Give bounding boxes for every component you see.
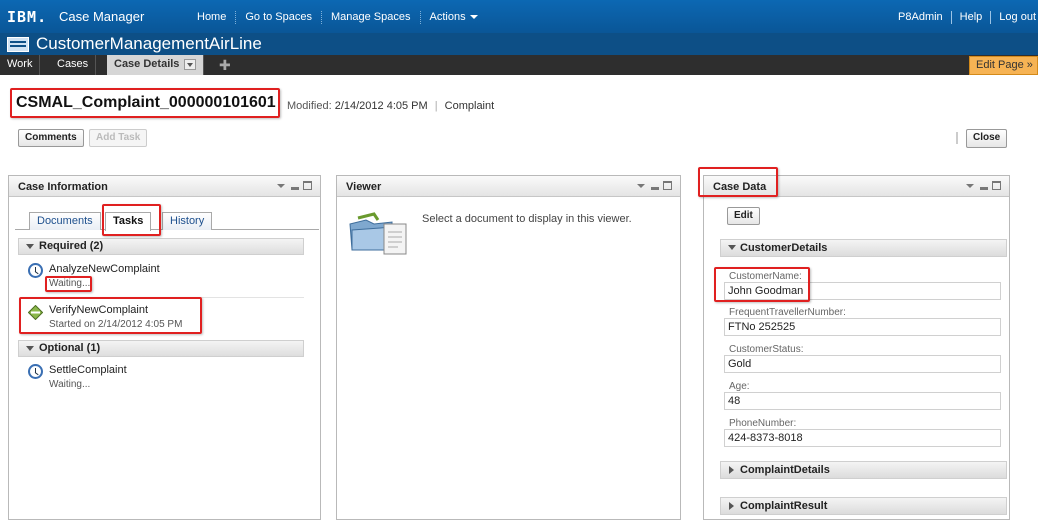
panel-title: Case Information (18, 181, 108, 193)
highlight-waiting-status (45, 276, 92, 292)
task-name[interactable]: AnalyzeNewComplaint (49, 263, 160, 275)
nav-go-to-spaces-link[interactable]: Go to Spaces (236, 11, 322, 24)
panel-menu-icon[interactable] (277, 183, 285, 188)
close-button[interactable]: Close (966, 129, 1008, 148)
edit-button[interactable]: Edit (727, 207, 760, 225)
top-banner: IBM. Case Manager Home Go to Spaces Mana… (0, 0, 1038, 33)
required-header-label: Required (2) (39, 240, 104, 252)
tab-case-details-label: Case Details (114, 58, 180, 70)
field-label: FrequentTravellerNumber: (729, 307, 846, 318)
case-information-panel: Case Information Documents Tasks History… (8, 175, 321, 520)
highlight-verify-task (19, 297, 202, 334)
nav-actions-menu[interactable]: Actions (421, 11, 487, 24)
help-link[interactable]: Help (952, 11, 992, 24)
highlight-case-data-title (698, 167, 778, 197)
field-label: CustomerStatus: (729, 344, 804, 355)
collapsed-icon (729, 502, 734, 510)
viewer-panel: Viewer Select a document to display in t… (336, 175, 681, 520)
edit-page-button[interactable]: Edit Page » (969, 56, 1038, 75)
viewer-message: Select a document to display in this vie… (422, 213, 632, 225)
complaint-result-section-header[interactable]: ComplaintResult (720, 497, 1007, 515)
modified-label: Modified: (287, 100, 332, 112)
section-label: CustomerDetails (740, 242, 828, 254)
tab-case-details[interactable]: Case Details (107, 55, 205, 75)
panel-menu-icon[interactable] (966, 183, 974, 188)
case-meta: Modified: 2/14/2012 4:05 PM | Complaint (287, 100, 494, 112)
optional-section-header[interactable]: Optional (1) (18, 340, 304, 357)
maximize-icon[interactable] (992, 181, 1001, 190)
tab-cases[interactable]: Cases (50, 55, 97, 75)
comments-button[interactable]: Comments (18, 129, 84, 147)
panel-controls (277, 181, 312, 190)
nav-manage-spaces-link[interactable]: Manage Spaces (322, 11, 421, 24)
tab-dropdown-icon[interactable] (184, 58, 197, 70)
clock-icon (28, 364, 43, 379)
collapsed-icon (729, 466, 734, 474)
solution-icon (7, 37, 29, 52)
highlight-case-title (10, 88, 280, 118)
app-name: Case Manager (59, 9, 145, 24)
solution-bar: CustomerManagementAirLine (0, 33, 1038, 55)
tab-history[interactable]: History (162, 212, 213, 230)
minimize-icon[interactable] (651, 186, 659, 190)
clock-icon (28, 263, 43, 278)
add-task-button[interactable]: Add Task (89, 129, 148, 147)
expanded-icon (26, 244, 34, 249)
chevron-down-icon (469, 15, 478, 20)
maximize-icon[interactable] (663, 181, 672, 190)
field-label: Age: (729, 381, 750, 392)
toolbar-divider (956, 132, 958, 144)
nav-actions-label: Actions (429, 11, 466, 23)
minimize-icon[interactable] (291, 186, 299, 190)
phone-number-field[interactable]: 424-8373-8018 (724, 429, 1001, 447)
ibm-logo: IBM. (7, 8, 48, 26)
task-name[interactable]: SettleComplaint (49, 364, 127, 376)
tab-documents[interactable]: Documents (29, 212, 101, 230)
section-label: ComplaintDetails (740, 464, 830, 476)
panel-title: Viewer (346, 181, 382, 193)
age-field[interactable]: 48 (724, 392, 1001, 410)
required-section-header[interactable]: Required (2) (18, 238, 304, 255)
customer-status-field[interactable]: Gold (724, 355, 1001, 373)
modified-value: 2/14/2012 4:05 PM (334, 100, 428, 112)
tab-work[interactable]: Work (0, 55, 41, 75)
document-viewer-icon (349, 212, 407, 255)
minimize-icon[interactable] (980, 186, 988, 190)
frequent-traveller-number-field[interactable]: FTNo 252525 (724, 318, 1001, 336)
page-tab-bar: Work Cases Case Details ✚ (0, 55, 1038, 75)
expanded-icon (728, 245, 736, 250)
panel-controls (637, 181, 672, 190)
add-tab-icon[interactable]: ✚ (219, 58, 231, 72)
expanded-icon (26, 346, 34, 351)
panel-header: Case Information (9, 176, 320, 197)
user-menu[interactable]: P8Admin (890, 11, 952, 24)
nav-home-link[interactable]: Home (188, 11, 237, 24)
field-label: PhoneNumber: (729, 418, 797, 429)
meta-separator: | (434, 100, 438, 112)
section-label: ComplaintResult (740, 500, 828, 512)
panel-header: Viewer (337, 176, 680, 197)
maximize-icon[interactable] (303, 181, 312, 190)
complaint-details-section-header[interactable]: ComplaintDetails (720, 461, 1007, 479)
highlight-tasks-tab (102, 204, 161, 236)
case-manager-window: IBM. Case Manager Home Go to Spaces Mana… (0, 0, 1038, 520)
user-nav: P8Admin Help Log out (890, 11, 1038, 24)
customer-details-section-header[interactable]: CustomerDetails (720, 239, 1007, 257)
solution-title: CustomerManagementAirLine (36, 34, 262, 53)
case-info-tabstrip: Documents Tasks History (15, 209, 319, 231)
panel-controls (966, 181, 1001, 190)
panel-menu-icon[interactable] (637, 183, 645, 188)
case-type: Complaint (444, 100, 495, 112)
optional-header-label: Optional (1) (39, 342, 101, 354)
case-data-panel: Case Data Edit CustomerDetails CustomerN… (703, 175, 1010, 520)
logout-link[interactable]: Log out (991, 11, 1038, 24)
task-status: Waiting... (49, 379, 91, 390)
task-item[interactable]: SettleComplaint Waiting... (26, 364, 304, 394)
top-nav: Home Go to Spaces Manage Spaces Actions (188, 11, 487, 24)
highlight-customer-name (714, 267, 810, 302)
